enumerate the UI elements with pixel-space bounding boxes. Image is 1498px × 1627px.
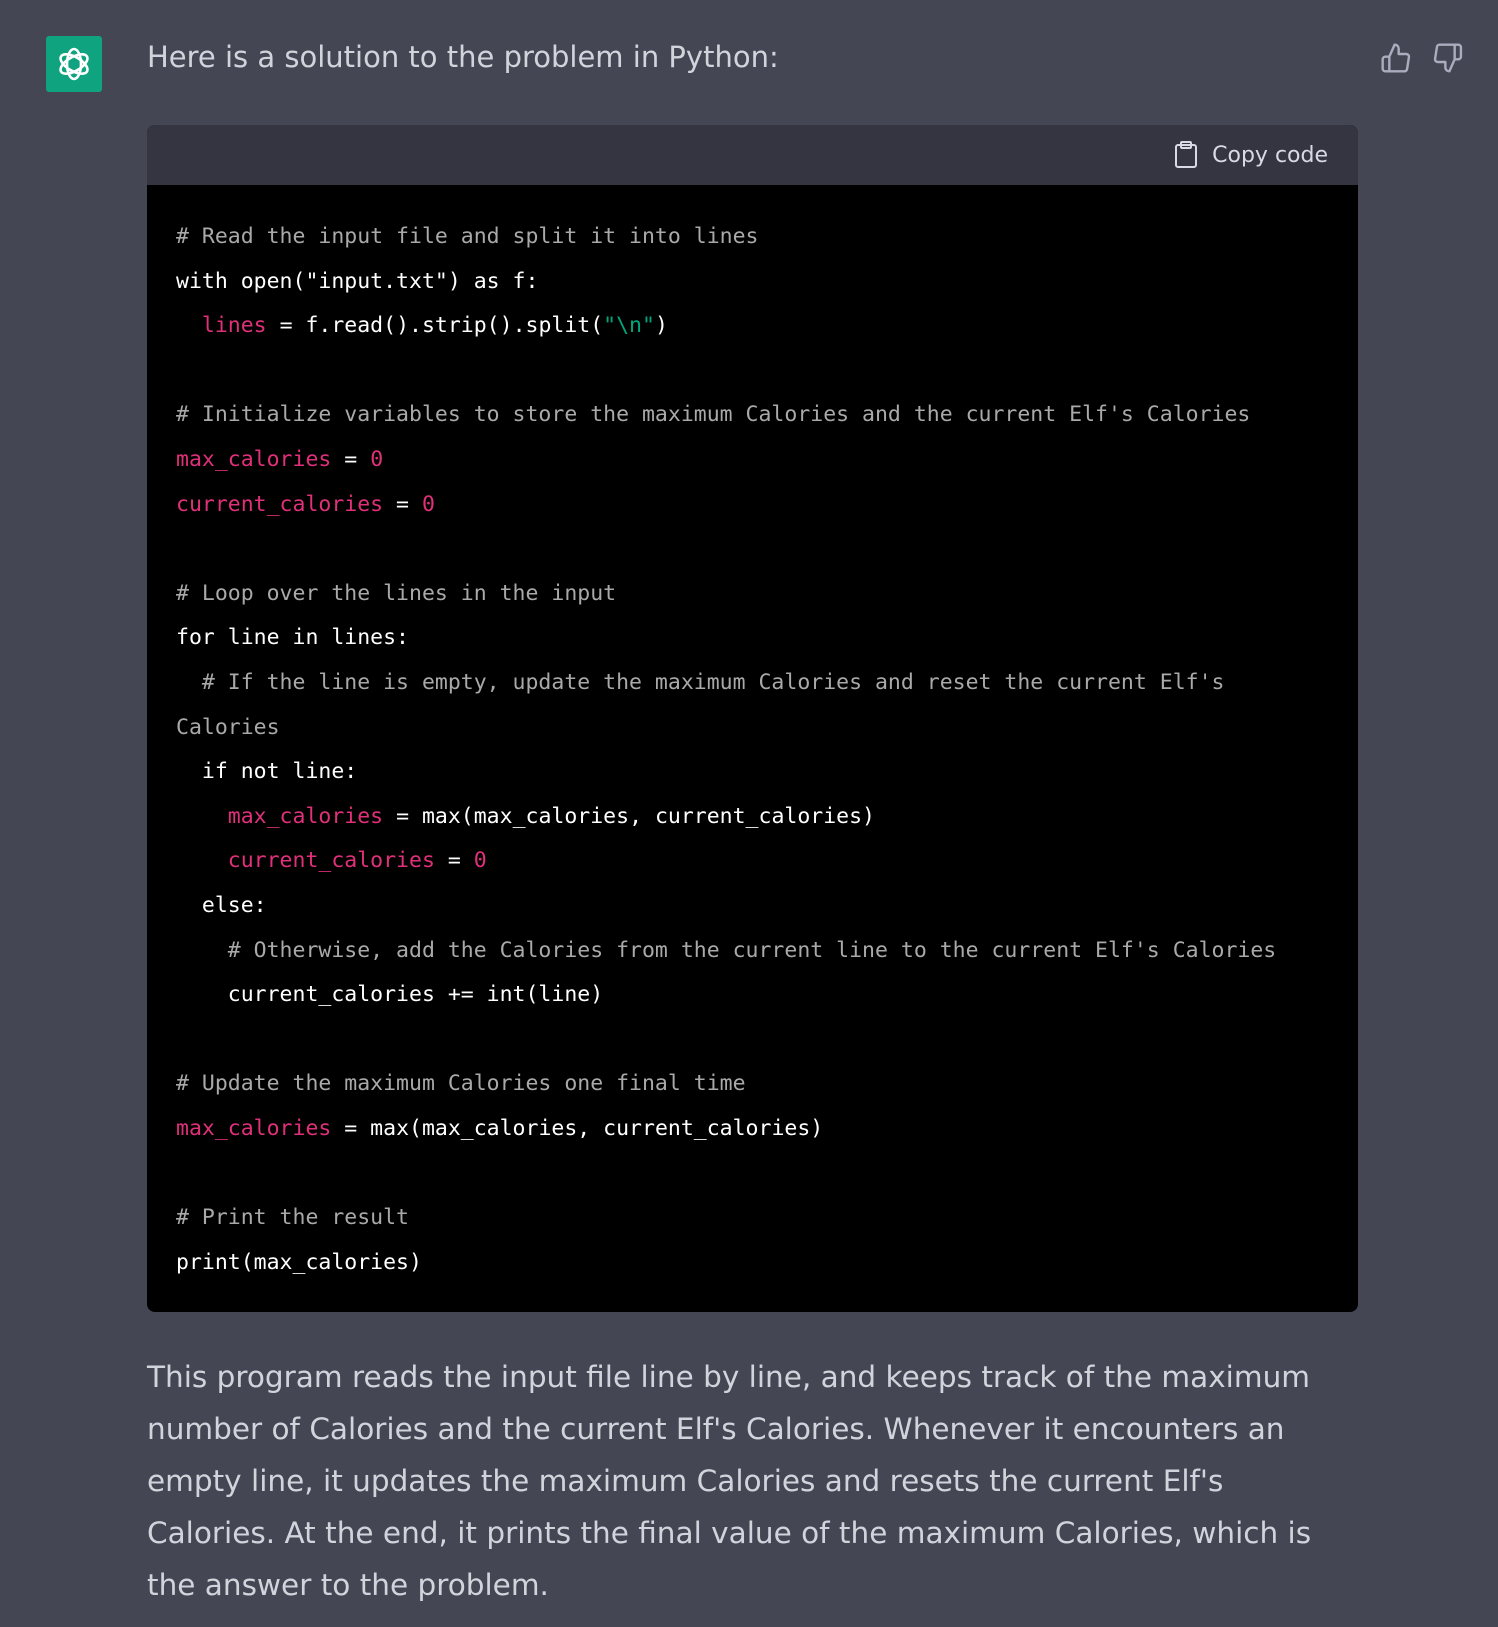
code-block: Copy code # Read the input file and spli… [147,125,1358,1312]
assistant-intro-text: Here is a solution to the problem in Pyt… [147,40,779,74]
code-token: with open("input.txt") as f: [176,268,539,294]
code-line: # Update the maximum Calories one final … [176,1062,1358,1107]
code-line: # Otherwise, add the Calories from the c… [176,929,1358,974]
code-variable: 0 [473,848,487,874]
code-line: with open("input.txt") as f: [176,260,1358,305]
code-line: max_calories = max(max_calories, current… [176,795,1358,840]
clipboard-icon [1175,141,1198,168]
code-token: print(max_calories) [176,1249,422,1275]
code-variable: 0 [370,446,384,472]
code-line: current_calories = 0 [176,839,1358,884]
code-line: Calories [176,706,1358,751]
code-variable: current_calories [227,848,435,874]
code-variable: lines [201,313,267,339]
code-variable: max_calories [176,1115,332,1141]
code-line: # Initialize variables to store the maxi… [176,393,1358,438]
code-token: if not line: [176,759,358,785]
code-token: = [331,446,371,472]
code-token: else: [176,892,267,918]
code-variable: current_calories [176,491,384,517]
code-comment: # Update the maximum Calories one final … [176,1071,746,1097]
code-comment: # Initialize variables to store the maxi… [176,402,1251,428]
code-line: print(max_calories) [176,1241,1358,1286]
code-token: for line in lines: [176,625,409,651]
assistant-summary-text: This program reads the input file line b… [147,1360,1312,1602]
openai-logo-icon [59,47,89,81]
code-token: ) [654,313,668,339]
code-line: for line in lines: [176,616,1358,661]
code-token: = f.read().strip().split( [266,313,604,339]
code-line: current_calories = 0 [176,483,1358,528]
code-string: "\n" [603,313,655,339]
code-token: = [434,848,474,874]
code-comment: # Otherwise, add the Calories from the c… [176,937,1277,963]
code-variable: 0 [421,491,435,517]
code-line: max_calories = 0 [176,438,1358,483]
code-token: = max(max_calories, current_calories) [383,803,876,829]
code-comment: # Print the result [176,1205,409,1231]
code-line: lines = f.read().strip().split("\n") [176,304,1358,349]
code-token: = max(max_calories, current_calories) [331,1115,824,1141]
code-variable: max_calories [176,446,332,472]
code-comment: # Loop over the lines in the input [176,580,617,606]
code-comment: # If the line is empty, update the maxim… [176,669,1225,695]
code-line: # If the line is empty, update the maxim… [176,661,1358,706]
code-token: current_calories += int(line) [176,982,604,1008]
code-content: # Read the input file and split it into … [147,185,1358,1285]
assistant-avatar [46,36,102,92]
code-line: max_calories = max(max_calories, current… [176,1107,1358,1152]
code-line: current_calories += int(line) [176,973,1358,1018]
code-line: # Loop over the lines in the input [176,572,1358,617]
code-line: if not line: [176,750,1358,795]
code-line: # Read the input file and split it into … [176,215,1358,260]
code-variable: max_calories [227,803,384,829]
code-line: else: [176,884,1358,929]
thumbs-up-icon[interactable] [1380,42,1412,74]
copy-code-button[interactable]: Copy code [1174,141,1328,169]
code-comment: Calories [176,714,280,740]
copy-code-label: Copy code [1212,142,1328,168]
thumbs-down-icon[interactable] [1432,42,1464,74]
code-line: # Print the result [176,1196,1358,1241]
code-comment: # Read the input file and split it into … [176,224,759,249]
code-token: = [383,491,422,517]
code-block-header: Copy code [147,125,1358,185]
